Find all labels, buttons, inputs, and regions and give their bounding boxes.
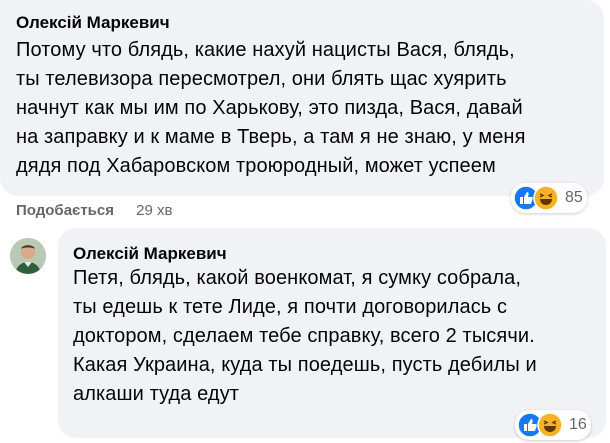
comment-bubble: Олексій Маркевич Потому что блядь, какие… <box>0 0 604 196</box>
haha-reaction-icon <box>537 412 563 438</box>
comment-author[interactable]: Олексій Маркевич <box>16 13 170 33</box>
reactions-summary[interactable]: 85 <box>511 183 587 213</box>
like-button[interactable]: Подобається <box>16 202 114 219</box>
comment-text: Петя, блядь, какой военкомат, я сумку со… <box>73 267 537 405</box>
comment-timestamp[interactable]: 29 хв <box>136 202 172 219</box>
comment-actions: Подобається 29 хв <box>16 202 172 219</box>
reply-bubble: Олексій Маркевич Петя, блядь, какой воен… <box>58 228 606 438</box>
reaction-count: 16 <box>569 416 587 433</box>
reaction-count: 85 <box>565 189 583 206</box>
avatar[interactable] <box>10 238 46 274</box>
haha-reaction-icon <box>533 185 559 211</box>
comment-author[interactable]: Олексій Маркевич <box>73 244 227 264</box>
comment-text: Потому что блядь, какие нахуй нацисты Ва… <box>16 39 526 177</box>
reactions-summary[interactable]: 16 <box>515 410 591 440</box>
